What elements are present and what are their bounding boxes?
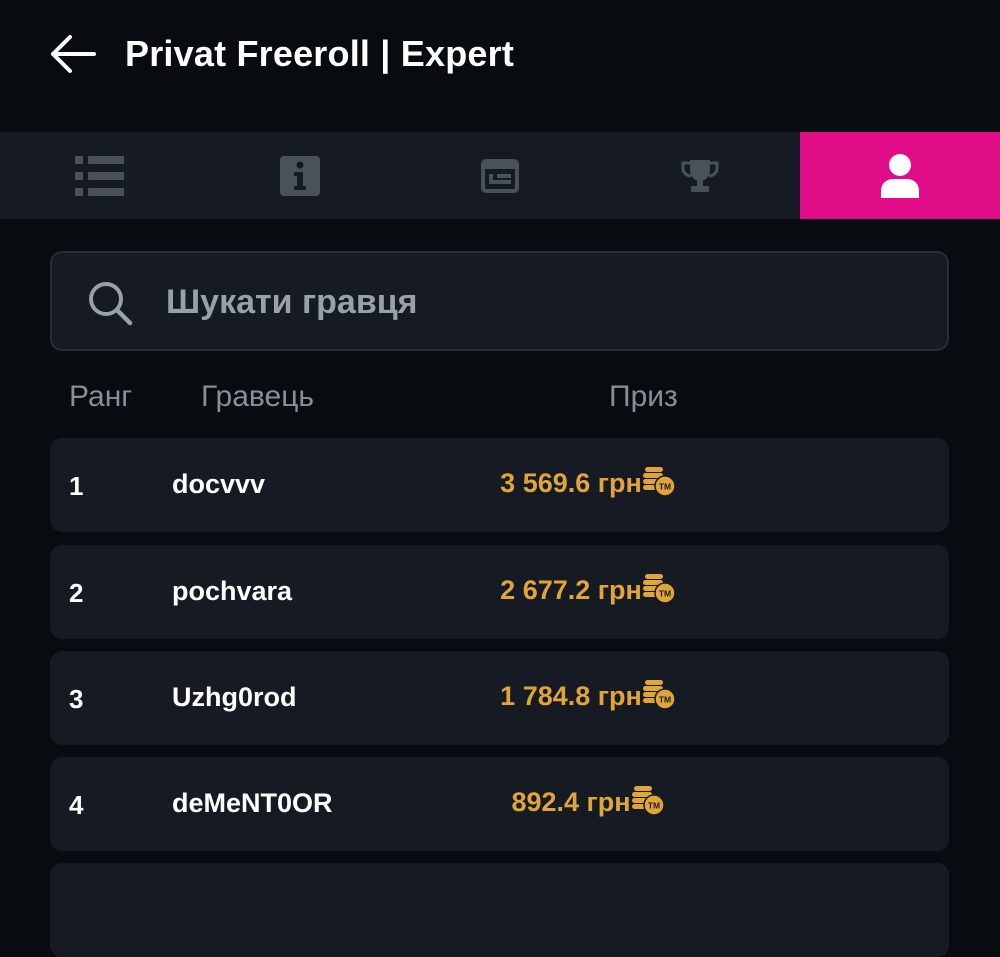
table-row[interactable]: 1 docvvv 3 569.6 грн TM xyxy=(50,438,949,532)
back-button[interactable] xyxy=(46,32,98,76)
prize-value: 892.4 грн xyxy=(511,787,631,817)
coin-icon: TM xyxy=(642,679,676,710)
table-row[interactable]: 2 pochvara 2 677.2 грн TM xyxy=(50,545,949,639)
player-name: Uzhg0rod xyxy=(172,682,297,712)
player-name: deMeNT0OR xyxy=(172,788,333,818)
tab-lobby-list[interactable] xyxy=(0,132,200,219)
svg-text:TM: TM xyxy=(647,800,659,810)
coin-icon: TM xyxy=(642,466,676,497)
search-icon xyxy=(89,282,133,326)
table-row[interactable] xyxy=(50,863,949,957)
column-header-player: Гравець xyxy=(201,380,315,413)
coin-icon: TM xyxy=(642,573,676,604)
arrow-left-icon xyxy=(51,35,96,73)
player-name: docvvv xyxy=(172,469,266,499)
tab-tickets[interactable] xyxy=(400,132,600,219)
table-row[interactable]: 3 Uzhg0rod 1 784.8 грн TM xyxy=(50,651,949,745)
svg-text:TM: TM xyxy=(659,588,671,598)
tab-prizes[interactable] xyxy=(600,132,800,219)
rank-value: 4 xyxy=(69,790,84,820)
rank-value: 1 xyxy=(69,471,84,501)
prize-amount: 1 784.8 грн TM xyxy=(438,679,738,712)
search-player-input[interactable] xyxy=(166,273,906,331)
svg-text:TM: TM xyxy=(659,481,671,491)
tab-info[interactable] xyxy=(200,132,400,219)
rank-value: 2 xyxy=(69,578,84,608)
tab-players[interactable] xyxy=(800,132,1000,219)
info-icon xyxy=(280,155,320,196)
prize-amount: 3 569.6 грн TM xyxy=(438,466,738,499)
prize-amount: 2 677.2 грн TM xyxy=(438,573,738,606)
ticket-icon xyxy=(481,158,519,193)
prize-amount: 892.4 грн TM xyxy=(438,785,738,818)
svg-text:TM: TM xyxy=(659,694,671,704)
app-header: Privat Freeroll | Expert xyxy=(0,0,1000,110)
column-header-rank: Ранг xyxy=(69,380,133,413)
page-title: Privat Freeroll | Expert xyxy=(125,33,515,74)
tab-bar xyxy=(0,132,1000,219)
rank-value: 3 xyxy=(69,684,84,714)
column-header-prize: Приз xyxy=(609,380,678,413)
trophy-icon xyxy=(681,159,719,192)
search-box xyxy=(50,251,949,351)
coin-icon: TM xyxy=(631,785,665,816)
list-icon xyxy=(75,155,124,196)
table-row[interactable]: 4 deMeNT0OR 892.4 грн TM xyxy=(50,757,949,851)
prize-value: 2 677.2 грн xyxy=(500,575,642,605)
prize-value: 3 569.6 грн xyxy=(500,468,642,498)
player-name: pochvara xyxy=(172,576,293,606)
prize-value: 1 784.8 грн xyxy=(500,681,642,711)
user-icon xyxy=(881,153,919,198)
